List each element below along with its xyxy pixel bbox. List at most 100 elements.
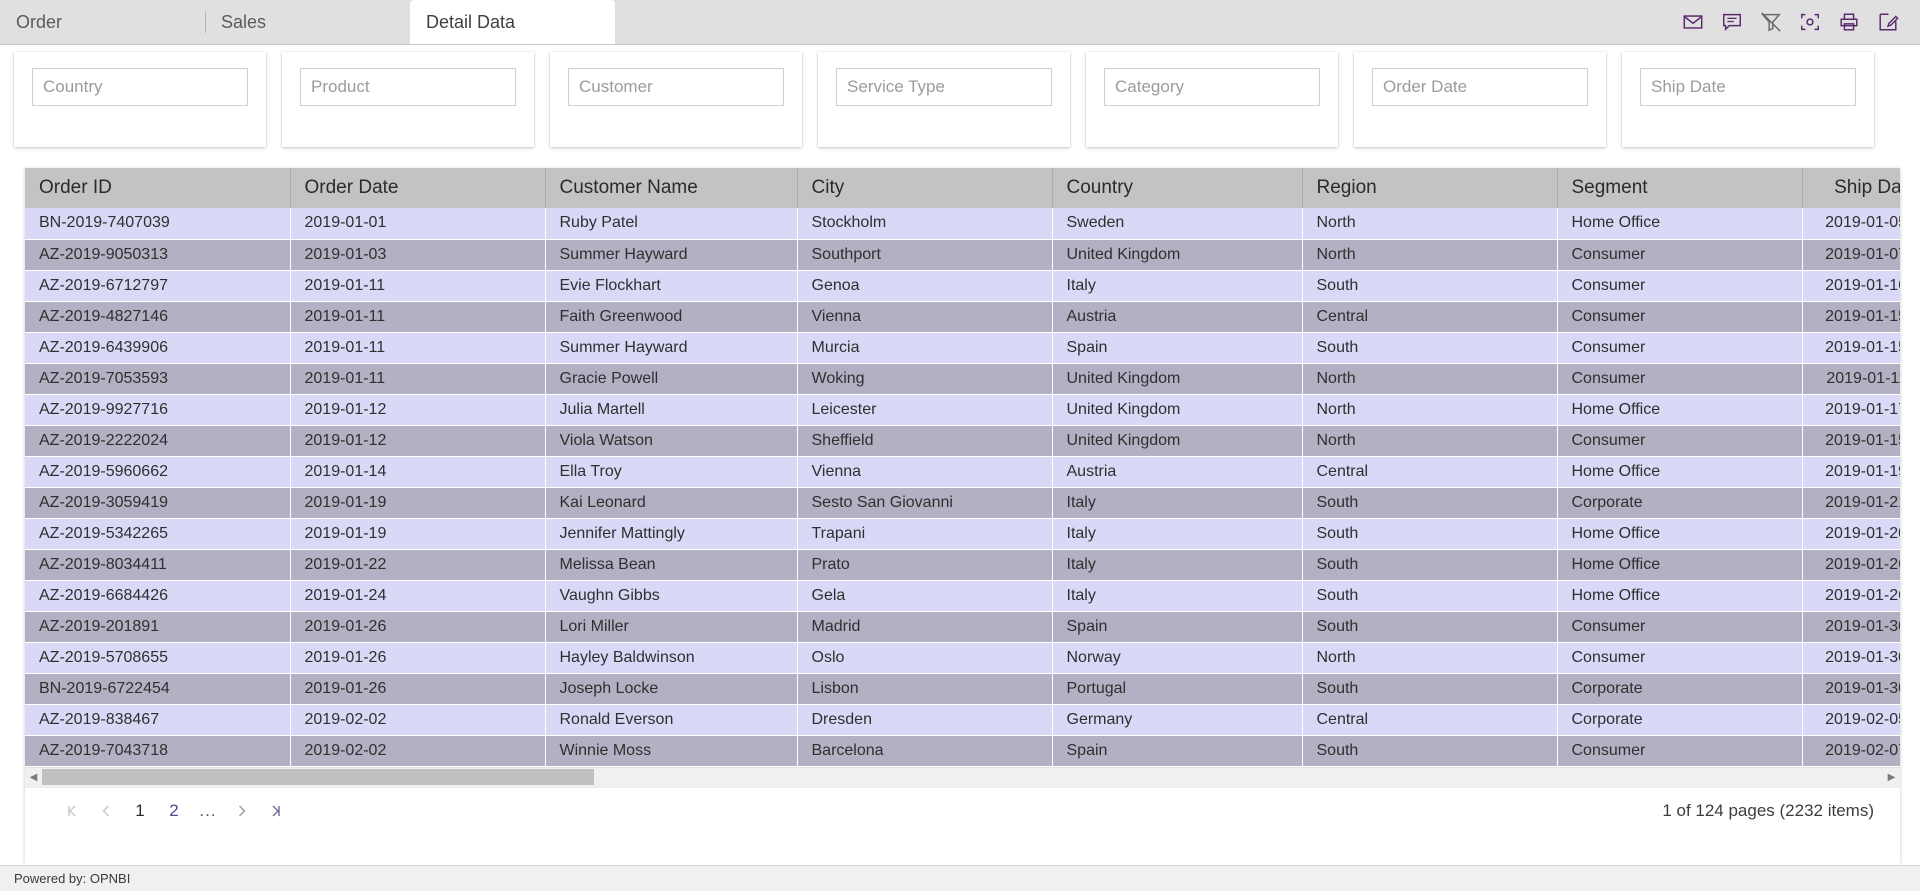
- data-table: Order ID Order Date Customer Name City Count…: [25, 168, 1900, 767]
- cell-country: Spain: [1052, 611, 1303, 643]
- scrollbar-thumb[interactable]: [42, 769, 595, 785]
- cell-country: Portugal: [1052, 673, 1303, 705]
- table-row[interactable]: AZ-2019-9050313 2019-01-03 Summer Hayward S…: [25, 239, 1900, 271]
- cell-region: Central: [1302, 704, 1558, 736]
- column-header-order-date[interactable]: Order Date: [290, 168, 546, 208]
- cell-order-date: 2019-01-11: [290, 363, 546, 395]
- powered-by-label: Powered by: OPNBI: [14, 871, 131, 886]
- scroll-left-arrow-icon[interactable]: ◀: [25, 767, 42, 787]
- scroll-right-arrow-icon[interactable]: ▶: [1883, 767, 1900, 787]
- cell-customer-name: Kai Leonard: [545, 487, 798, 519]
- cell-order-id: AZ-2019-2222024: [25, 425, 291, 457]
- scrollbar-track[interactable]: [42, 767, 1883, 787]
- column-header-country[interactable]: Country: [1052, 168, 1303, 208]
- clear-filter-icon[interactable]: [1759, 10, 1783, 34]
- category-filter-input[interactable]: [1104, 68, 1320, 106]
- cell-city: Stockholm: [797, 208, 1053, 240]
- cell-segment: Consumer: [1557, 642, 1803, 674]
- column-header-city[interactable]: City: [797, 168, 1053, 208]
- horizontal-scrollbar[interactable]: ◀ ▶: [25, 766, 1900, 787]
- cell-city: Leicester: [797, 394, 1053, 426]
- cell-city: Gela: [797, 580, 1053, 612]
- cell-order-date: 2019-02-02: [290, 735, 546, 767]
- cell-customer-name: Lori Miller: [545, 611, 798, 643]
- column-header-segment[interactable]: Segment: [1557, 168, 1803, 208]
- cell-country: Austria: [1052, 456, 1303, 488]
- table-row[interactable]: AZ-2019-4827146 2019-01-11 Faith Greenwood…: [25, 301, 1900, 333]
- table-row[interactable]: AZ-2019-7043718 2019-02-02 Winnie Moss Barc…: [25, 735, 1900, 767]
- cell-region: North: [1302, 363, 1558, 395]
- cell-ship-date: 2019-01-30: [1802, 611, 1900, 643]
- cell-country: United Kingdom: [1052, 363, 1303, 395]
- cell-segment: Corporate: [1557, 704, 1803, 736]
- cell-segment: Consumer: [1557, 332, 1803, 364]
- first-page-button[interactable]: [55, 794, 89, 828]
- table-row[interactable]: BN-2019-7407039 2019-01-01 Ruby Patel Stock…: [25, 208, 1900, 240]
- print-icon[interactable]: [1837, 10, 1861, 34]
- tab-sales[interactable]: Sales: [205, 0, 410, 44]
- column-header-ship-date[interactable]: Ship Dat: [1802, 168, 1900, 208]
- column-header-region[interactable]: Region: [1302, 168, 1558, 208]
- column-header-order-id[interactable]: Order ID: [25, 168, 291, 208]
- cell-segment: Home Office: [1557, 518, 1803, 550]
- email-icon[interactable]: [1681, 10, 1705, 34]
- cell-ship-date: 2019-01-30: [1802, 642, 1900, 674]
- table-row[interactable]: AZ-2019-2222024 2019-01-12 Viola Watson She…: [25, 425, 1900, 457]
- cell-order-id: AZ-2019-6439906: [25, 332, 291, 364]
- edit-icon[interactable]: [1876, 10, 1900, 34]
- table-row[interactable]: AZ-2019-5708655 2019-01-26 Hayley Baldwins…: [25, 642, 1900, 674]
- table-row[interactable]: AZ-2019-9927716 2019-01-12 Julia Martell Le…: [25, 394, 1900, 426]
- table-row[interactable]: AZ-2019-5960662 2019-01-14 Ella Troy Vienna…: [25, 456, 1900, 488]
- cell-city: Oslo: [797, 642, 1053, 674]
- table-row[interactable]: AZ-2019-6439906 2019-01-11 Summer Hayward M…: [25, 332, 1900, 364]
- cell-region: North: [1302, 394, 1558, 426]
- cell-region: North: [1302, 425, 1558, 457]
- order-date-filter-input[interactable]: [1372, 68, 1588, 106]
- table-row[interactable]: AZ-2019-5342265 2019-01-19 Jennifer Mattin…: [25, 518, 1900, 550]
- cell-segment: Home Office: [1557, 394, 1803, 426]
- country-filter-input[interactable]: [32, 68, 248, 106]
- comment-icon[interactable]: [1720, 10, 1744, 34]
- cell-city: Sheffield: [797, 425, 1053, 457]
- last-page-button[interactable]: [259, 794, 293, 828]
- tab-label: Sales: [221, 11, 267, 32]
- table-row[interactable]: AZ-2019-7053593 2019-01-11 Gracie Powell Wo…: [25, 363, 1900, 395]
- filter-card-category: [1086, 52, 1338, 147]
- page-button-2[interactable]: 2: [157, 794, 191, 828]
- cell-city: Murcia: [797, 332, 1053, 364]
- prev-page-button[interactable]: [89, 794, 123, 828]
- cell-segment: Consumer: [1557, 270, 1803, 302]
- ship-date-filter-input[interactable]: [1640, 68, 1856, 106]
- cell-city: Trapani: [797, 518, 1053, 550]
- table-row[interactable]: AZ-2019-8034411 2019-01-22 Melissa Bean Pra…: [25, 549, 1900, 581]
- next-page-button[interactable]: [225, 794, 259, 828]
- service-type-filter-input[interactable]: [836, 68, 1052, 106]
- page-button-1[interactable]: 1: [123, 794, 157, 828]
- cell-order-id: AZ-2019-8034411: [25, 549, 291, 581]
- table-row[interactable]: AZ-2019-201891 2019-01-26 Lori Miller Madri…: [25, 611, 1900, 643]
- cell-ship-date: 2019-02-07: [1802, 735, 1900, 767]
- tab-detail-data[interactable]: Detail Data: [410, 0, 615, 44]
- cell-country: Italy: [1052, 270, 1303, 302]
- cell-order-id: AZ-2019-5708655: [25, 642, 291, 674]
- table-row[interactable]: AZ-2019-838467 2019-02-02 Ronald Everson Dr…: [25, 704, 1900, 736]
- table-body: BN-2019-7407039 2019-01-01 Ruby Patel Stock…: [25, 208, 1900, 767]
- tab-order[interactable]: Order: [0, 0, 205, 44]
- cell-ship-date: 2019-01-16: [1802, 270, 1900, 302]
- cell-region: South: [1302, 518, 1558, 550]
- cell-ship-date: 2019-01-19: [1802, 456, 1900, 488]
- cell-segment: Home Office: [1557, 580, 1803, 612]
- customer-filter-input[interactable]: [568, 68, 784, 106]
- snapshot-icon[interactable]: [1798, 10, 1822, 34]
- page-ellipsis[interactable]: ...: [191, 794, 225, 828]
- table-row[interactable]: AZ-2019-6684426 2019-01-24 Vaughn Gibbs Gel…: [25, 580, 1900, 612]
- filter-card-service-type: [818, 52, 1070, 147]
- table-row[interactable]: BN-2019-6722454 2019-01-26 Joseph Locke Lis…: [25, 673, 1900, 705]
- column-header-customer-name[interactable]: Customer Name: [545, 168, 798, 208]
- table-row[interactable]: AZ-2019-3059419 2019-01-19 Kai Leonard Sest…: [25, 487, 1900, 519]
- product-filter-input[interactable]: [300, 68, 516, 106]
- cell-order-id: AZ-2019-9050313: [25, 239, 291, 271]
- table-row[interactable]: AZ-2019-6712797 2019-01-11 Evie Flockhart G…: [25, 270, 1900, 302]
- cell-order-date: 2019-01-01: [290, 208, 546, 240]
- cell-customer-name: Ruby Patel: [545, 208, 798, 240]
